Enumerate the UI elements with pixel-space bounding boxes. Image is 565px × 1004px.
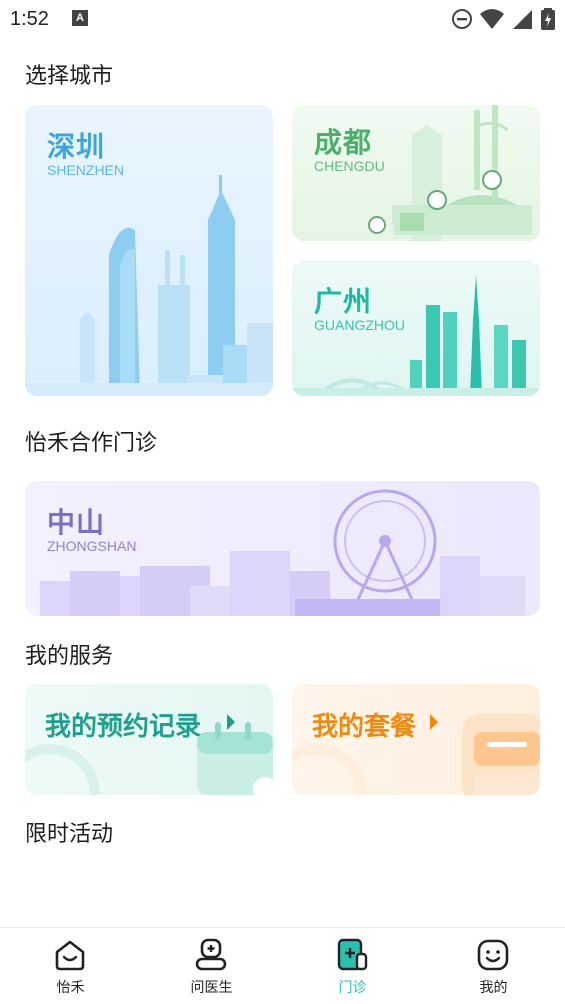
status-bar: 1:52 A bbox=[0, 0, 565, 38]
my-package-label: 我的套餐 bbox=[312, 712, 417, 742]
city-pinyin-guangzhou: GUANGZHOU bbox=[314, 317, 405, 333]
city-name-chengdu: 成都 bbox=[314, 126, 373, 159]
city-card-shenzhen[interactable]: 深圳 SHENZHEN bbox=[25, 105, 273, 396]
status-time: 1:52 bbox=[10, 8, 49, 30]
my-appointments-card[interactable]: 我的预约记录 bbox=[25, 684, 273, 795]
doctor-icon bbox=[195, 938, 227, 971]
tab-clinic[interactable]: 门诊 bbox=[282, 928, 423, 1004]
city-name-shenzhen: 深圳 bbox=[47, 130, 106, 163]
section-title-events: 限时活动 bbox=[25, 822, 114, 847]
wifi-icon bbox=[480, 9, 504, 29]
city-pinyin-chengdu: CHENGDU bbox=[314, 158, 385, 174]
my-appointments-label: 我的预约记录 bbox=[45, 712, 202, 742]
clinic-card-zhongshan[interactable]: 中山 ZHONGSHAN bbox=[25, 481, 540, 616]
tab-label-clinic: 门诊 bbox=[338, 980, 367, 996]
notification-badge-icon: A bbox=[72, 10, 88, 26]
tab-label-yihe: 怡禾 bbox=[56, 980, 85, 996]
city-card-chengdu[interactable]: 成都 CHENGDU bbox=[292, 105, 540, 241]
section-title-select-city: 选择城市 bbox=[25, 64, 114, 89]
profile-face-icon bbox=[477, 939, 509, 971]
clinic-pinyin-zhongshan: ZHONGSHAN bbox=[47, 538, 137, 554]
city-card-guangzhou[interactable]: 广州 GUANGZHOU bbox=[292, 260, 540, 396]
tab-label-ask-doctor: 问医生 bbox=[190, 980, 233, 996]
tab-mine[interactable]: 我的 bbox=[423, 928, 564, 1004]
city-pinyin-shenzhen: SHENZHEN bbox=[47, 162, 125, 178]
home-face-icon bbox=[55, 940, 85, 971]
tab-label-mine: 我的 bbox=[479, 980, 508, 996]
do-not-disturb-icon bbox=[452, 9, 472, 29]
my-package-card[interactable]: 我的套餐 bbox=[292, 684, 540, 795]
tab-ask-doctor[interactable]: 问医生 bbox=[141, 928, 282, 1004]
section-title-partner-clinics: 怡禾合作门诊 bbox=[25, 431, 158, 456]
tab-yihe[interactable]: 怡禾 bbox=[0, 928, 141, 1004]
section-title-my-services: 我的服务 bbox=[25, 644, 114, 669]
city-name-guangzhou: 广州 bbox=[314, 285, 373, 318]
signal-icon bbox=[513, 10, 532, 29]
clinic-name-zhongshan: 中山 bbox=[47, 506, 106, 539]
clinic-icon bbox=[337, 938, 368, 971]
bottom-tab-bar: 怡禾 问医生 门诊 我的 bbox=[0, 927, 565, 1004]
battery-icon bbox=[541, 8, 555, 30]
